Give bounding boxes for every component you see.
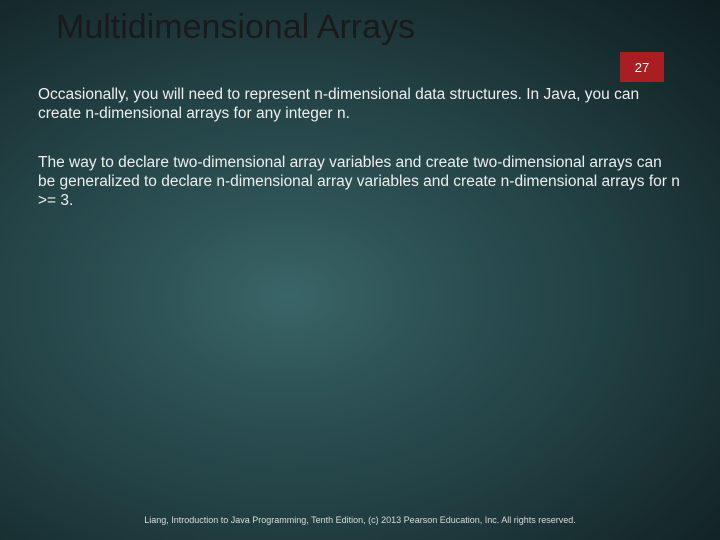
page-number-badge: 27 (620, 52, 664, 82)
page-title: Multidimensional Arrays (56, 8, 720, 47)
header: Multidimensional Arrays 27 (0, 0, 720, 76)
body-content: Occasionally, you will need to represent… (0, 76, 720, 211)
paragraph-1: Occasionally, you will need to represent… (38, 86, 682, 124)
paragraph-2: The way to declare two-dimensional array… (38, 154, 682, 211)
footer-citation: Liang, Introduction to Java Programming,… (0, 515, 720, 526)
